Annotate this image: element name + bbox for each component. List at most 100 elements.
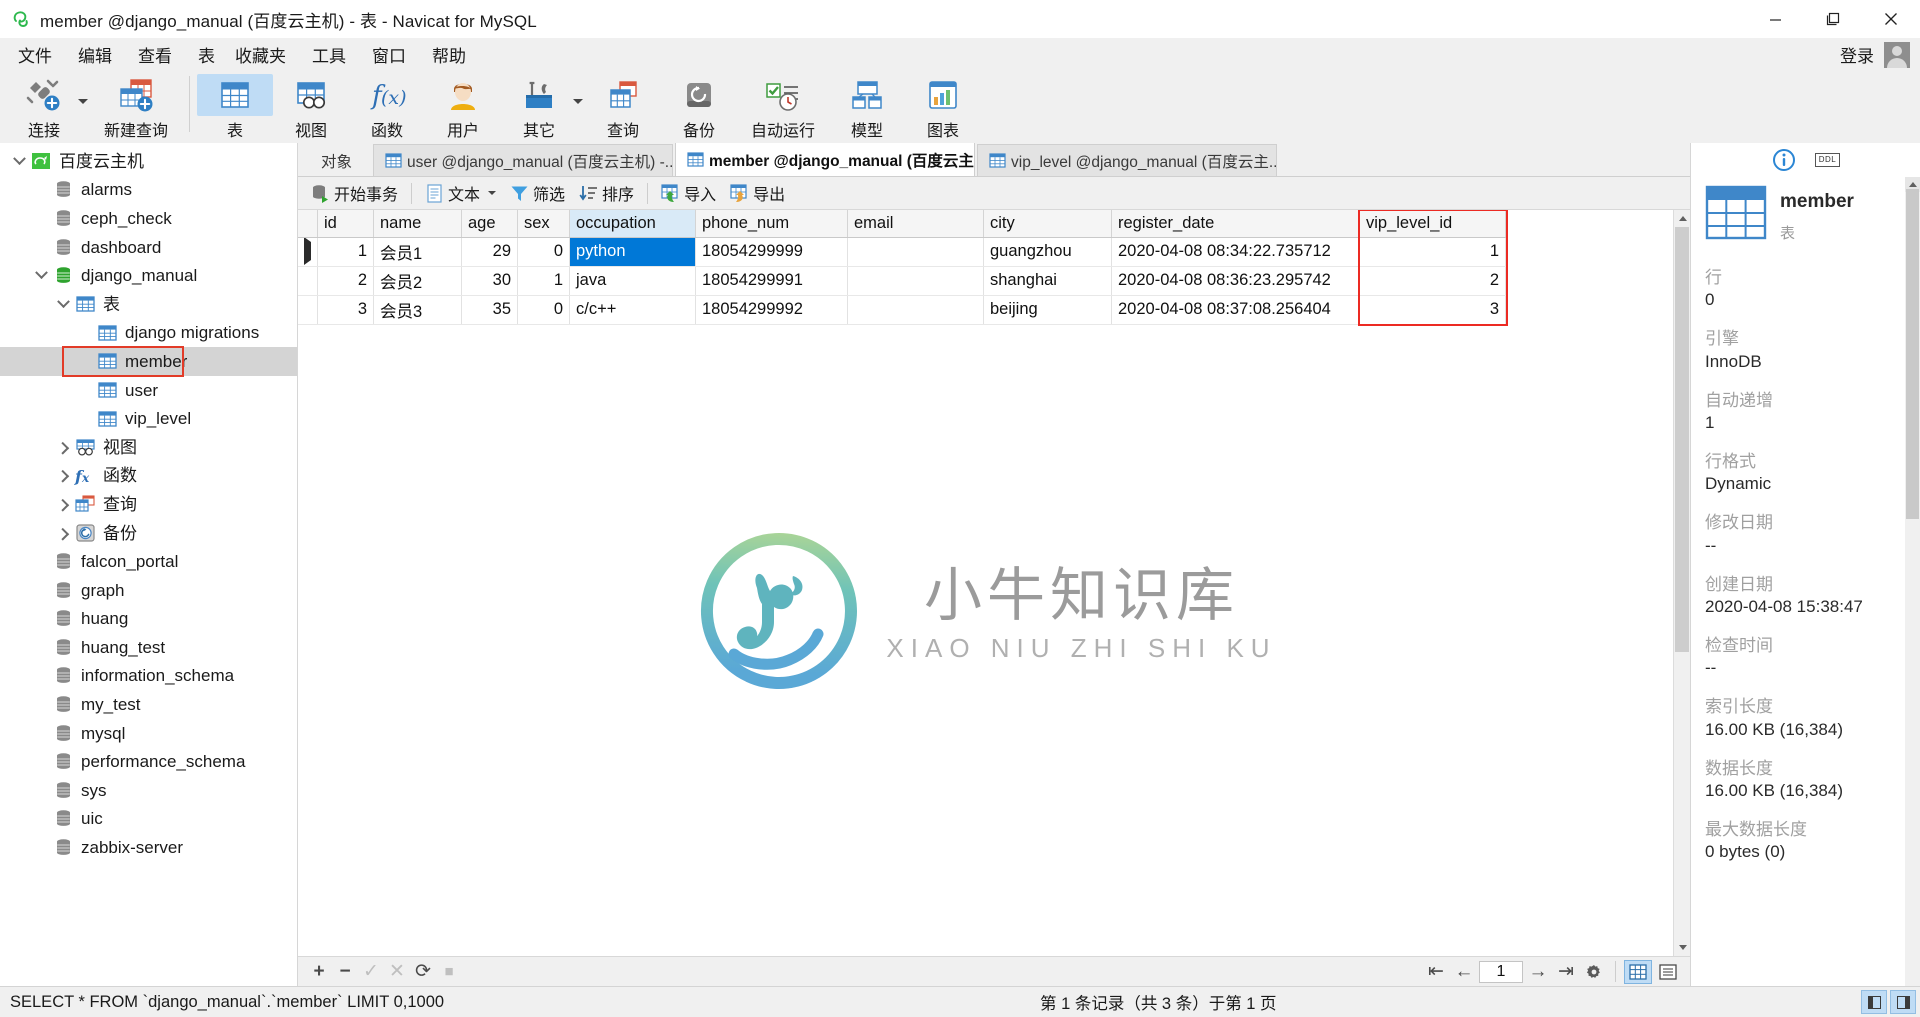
menu-favorites[interactable]: 收藏夹 — [225, 39, 296, 70]
grid-column-header-city[interactable]: city — [983, 210, 1112, 238]
right-panel-toggle-icon[interactable] — [1890, 990, 1916, 1014]
grid-column-header-register_date[interactable]: register_date — [1111, 210, 1360, 238]
info-panel-scrollbar[interactable] — [1905, 177, 1920, 986]
login-link[interactable]: 登录 — [1840, 42, 1874, 67]
user-avatar-icon[interactable] — [1884, 41, 1910, 68]
row-marker-2[interactable] — [298, 295, 318, 325]
toolbar-automation-button[interactable]: 自动运行 — [737, 71, 829, 141]
grid-cell-age[interactable]: 35 — [461, 295, 518, 325]
grid-cell-email[interactable] — [847, 295, 984, 325]
grid-cell-name[interactable]: 会员3 — [373, 295, 462, 325]
page-number-input[interactable] — [1479, 960, 1523, 983]
toolbar-other-button[interactable]: 其它 — [501, 71, 577, 141]
tree-item-[interactable]: 备份 — [0, 519, 297, 548]
twisty-down-icon[interactable] — [8, 152, 30, 166]
tree-item-information_schema[interactable]: information_schema — [0, 662, 297, 691]
grid-cell-vip_level_id[interactable]: 1 — [1359, 237, 1506, 267]
grid-cell-email[interactable] — [847, 266, 984, 296]
result-grid[interactable]: id name age sex occupation phone_num email city… — [298, 210, 1506, 325]
grid-cell-city[interactable]: guangzhou — [983, 237, 1112, 267]
tree-item-performance_schema[interactable]: performance_schema — [0, 747, 297, 776]
toolbar-user-button[interactable]: 用户 — [425, 71, 501, 141]
form-view-icon[interactable] — [1654, 960, 1682, 984]
tree-item-ceph_check[interactable]: ceph_check — [0, 204, 297, 233]
next-page-button[interactable]: → — [1525, 960, 1551, 984]
grid-column-header-email[interactable]: email — [847, 210, 984, 238]
left-panel-toggle-icon[interactable] — [1861, 990, 1887, 1014]
tree-item-member[interactable]: member — [0, 347, 297, 376]
object-tree-sidebar[interactable]: 百度云主机 alarms ceph_check dashboard django… — [0, 143, 298, 986]
first-page-button[interactable]: ⇤ — [1423, 960, 1449, 984]
editor-tab-strip[interactable]: 对象 user @django_manual (百度云主机) -... member… — [298, 142, 1690, 177]
toolbar-table-button[interactable]: 表 — [197, 71, 273, 141]
tree-item-[interactable]: 视图 — [0, 433, 297, 462]
info-scroll-thumb[interactable] — [1906, 189, 1919, 519]
apply-changes-button[interactable]: ✓ — [358, 960, 384, 984]
grid-cell-city[interactable]: shanghai — [983, 266, 1112, 296]
twisty-down-icon[interactable] — [30, 266, 52, 280]
sort-button[interactable]: 排序 — [572, 178, 641, 208]
grid-cell-email[interactable] — [847, 237, 984, 267]
grid-view-icon[interactable] — [1624, 959, 1652, 984]
info-circle-icon[interactable] — [1771, 147, 1797, 173]
tree-item-[interactable]: f x 函数 — [0, 462, 297, 491]
grid-scroll-port[interactable]: 小牛知识库 XIAO NIU ZHI SHI KU id name age sex oc… — [298, 210, 1673, 956]
grid-cell-age[interactable]: 29 — [461, 237, 518, 267]
grid-cell-id[interactable]: 3 — [317, 295, 374, 325]
grid-cell-vip_level_id[interactable]: 2 — [1359, 266, 1506, 296]
grid-column-header-name[interactable]: name — [373, 210, 462, 238]
twisty-down-icon[interactable] — [52, 295, 74, 309]
filter-button[interactable]: 筛选 — [503, 178, 572, 208]
maximize-button[interactable] — [1804, 0, 1862, 38]
grid-cell-phone_num[interactable]: 18054299992 — [695, 295, 848, 325]
grid-cell-sex[interactable]: 0 — [517, 295, 570, 325]
tree-item-dashboard[interactable]: dashboard — [0, 233, 297, 262]
tree-item-[interactable]: 百度云主机 — [0, 147, 297, 176]
scroll-track[interactable] — [1674, 227, 1690, 939]
grid-cell-phone_num[interactable]: 18054299991 — [695, 266, 848, 296]
table-row[interactable]: 2 会员2 30 1 java 18054299991 shanghai 2020-04-08… — [298, 266, 1506, 296]
tree-item-mysql[interactable]: mysql — [0, 719, 297, 748]
grid-cell-register_date[interactable]: 2020-04-08 08:34:22.735712 — [1111, 237, 1360, 267]
grid-vertical-scrollbar[interactable] — [1673, 210, 1690, 956]
grid-cell-phone_num[interactable]: 18054299999 — [695, 237, 848, 267]
discard-changes-button[interactable]: ✕ — [384, 960, 410, 984]
row-marker-1[interactable] — [298, 266, 318, 296]
toolbar-function-button[interactable]: f (x) 函数 — [349, 71, 425, 141]
tree-item-uic[interactable]: uic — [0, 805, 297, 834]
tree-item-user[interactable]: user — [0, 376, 297, 405]
stop-button[interactable]: ■ — [436, 960, 462, 984]
editor-tab-1[interactable]: user @django_manual (百度云主机) -... — [373, 144, 674, 176]
menu-tools[interactable]: 工具 — [302, 39, 356, 70]
scroll-up-button[interactable] — [1674, 210, 1690, 227]
delete-record-button[interactable]: − — [332, 960, 358, 984]
tree-item-alarms[interactable]: alarms — [0, 176, 297, 205]
grid-cell-sex[interactable]: 0 — [517, 237, 570, 267]
close-button[interactable] — [1862, 0, 1920, 38]
tree-item-vip_level[interactable]: vip_level — [0, 404, 297, 433]
twisty-right-icon[interactable] — [52, 470, 74, 483]
toolbar-chart-button[interactable]: 图表 — [905, 71, 981, 141]
grid-cell-name[interactable]: 会员1 — [373, 237, 462, 267]
text-button[interactable]: 文本 — [418, 178, 503, 208]
tree-item-djangomigrations[interactable]: django migrations — [0, 319, 297, 348]
grid-cell-vip_level_id[interactable]: 3 — [1359, 295, 1506, 325]
table-row[interactable]: 1 会员1 29 0 python 18054299999 guangzhou 2020-04… — [298, 237, 1506, 267]
minimize-button[interactable] — [1746, 0, 1804, 38]
grid-cell-id[interactable]: 1 — [317, 237, 374, 267]
refresh-button[interactable]: ⟳ — [410, 960, 436, 984]
twisty-right-icon[interactable] — [52, 527, 74, 541]
grid-cell-age[interactable]: 30 — [461, 266, 518, 296]
tree-item-falcon_portal[interactable]: falcon_portal — [0, 547, 297, 576]
menu-table[interactable]: 表 — [188, 39, 225, 70]
toolbar-query-button[interactable]: 查询 — [585, 71, 661, 141]
toolbar-model-button[interactable]: 模型 — [829, 71, 905, 141]
toolbar-backup-button[interactable]: 备份 — [661, 71, 737, 141]
tree-item-sys[interactable]: sys — [0, 776, 297, 805]
editor-tab-0[interactable]: 对象 — [302, 144, 372, 176]
editor-tab-2[interactable]: member @django_manual (百度云主... — [675, 142, 976, 176]
prev-page-button[interactable]: ← — [1451, 960, 1477, 984]
import-button[interactable]: 导入 — [654, 178, 723, 208]
menu-file[interactable]: 文件 — [8, 39, 62, 70]
grid-cell-occupation[interactable]: java — [569, 266, 696, 296]
